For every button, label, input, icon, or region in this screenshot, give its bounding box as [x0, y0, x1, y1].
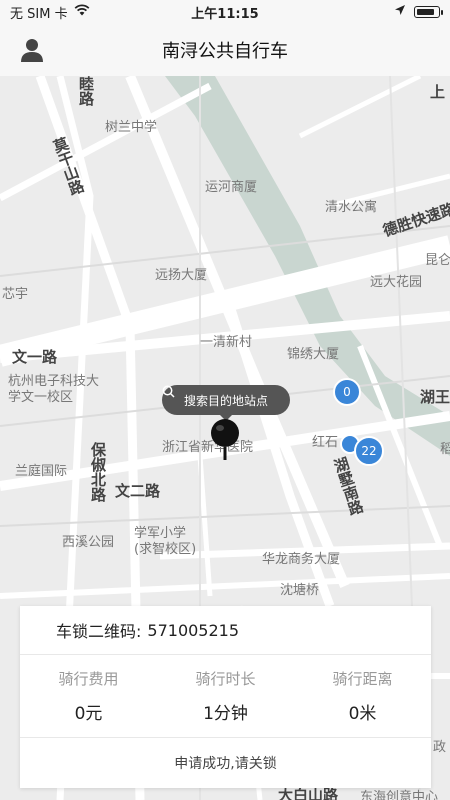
map-label: 东海创意中心 [360, 790, 439, 800]
map-label: 远扬大厦 [155, 268, 208, 283]
stat-fee: 骑行费用 0元 [20, 655, 157, 737]
clock-text: 上午11:15 [191, 6, 259, 22]
map-label: 芯宇 [2, 287, 29, 302]
wifi-icon [74, 4, 90, 20]
station-cluster[interactable]: 22 [354, 436, 384, 466]
stat-value: 1分钟 [203, 704, 248, 724]
carrier-text: 无 SIM 卡 [10, 6, 68, 22]
ride-stats: 骑行费用 0元 骑行时长 1分钟 骑行距离 0米 [20, 655, 431, 738]
map-label: 文二路 [115, 482, 161, 500]
lock-code-row: 车锁二维码: 571005215 [20, 606, 431, 655]
profile-button[interactable] [18, 36, 46, 64]
stat-label: 骑行距离 [332, 670, 393, 688]
status-message: 申请成功,请关锁 [174, 756, 277, 772]
status-bar: 无 SIM 卡 上午11:15 [0, 0, 450, 24]
map-label: 文一路 [12, 348, 58, 366]
search-destination-button[interactable]: 搜索目的地站点 [162, 385, 290, 421]
ride-info-card: 车锁二维码: 571005215 骑行费用 0元 骑行时长 1分钟 骑行距离 0… [20, 606, 431, 788]
map-label: 红石 [312, 435, 339, 450]
page-title: 南浔公共自行车 [162, 41, 288, 62]
lock-code-value: 571005215 [147, 620, 240, 640]
stat-value: 0元 [74, 704, 103, 724]
stat-value: 0米 [348, 704, 377, 724]
map-label: 远大花园 [370, 275, 423, 290]
location-arrow-icon [394, 4, 406, 20]
map-label: 上 [430, 83, 446, 101]
map-label: 政 [433, 740, 447, 755]
map-label: 树兰中学 [105, 120, 158, 135]
stat-label: 骑行时长 [195, 670, 256, 688]
map-label: 清水公寓 [325, 200, 378, 215]
map-label: 学军小学(求智校区) [134, 526, 197, 557]
lock-code-label: 车锁二维码: [56, 622, 142, 641]
map-label: 稻 [440, 442, 450, 457]
map-label: 睦路 [77, 76, 95, 106]
status-right [394, 4, 443, 20]
location-pin-icon[interactable] [210, 418, 240, 460]
station-cluster[interactable]: 0 [333, 378, 361, 406]
battery-level [417, 9, 434, 15]
stat-label: 骑行费用 [58, 670, 119, 688]
search-hint: 搜索目的地站点 [183, 393, 268, 408]
stat-duration: 骑行时长 1分钟 [157, 655, 294, 737]
cluster-count: 0 [343, 385, 351, 399]
map-label: 西溪公园 [62, 535, 115, 550]
map-label: 锦绣大厦 [287, 347, 340, 362]
map-label: 兰庭国际 [15, 464, 68, 479]
search-icon [162, 385, 175, 398]
battery-icon [414, 6, 443, 18]
cluster-count: 22 [361, 444, 377, 458]
map-label: 杭州电子科技大学文一校区 [8, 374, 100, 405]
nav-bar: 南浔公共自行车 [0, 24, 450, 77]
map-label: 湖王 [420, 388, 450, 406]
map-label: 沈塘桥 [280, 583, 320, 598]
status-left: 无 SIM 卡 [10, 3, 90, 22]
stat-distance: 骑行距离 0米 [294, 655, 431, 737]
map-label: 运河商厦 [205, 180, 258, 195]
map-label: 昆仑 [425, 253, 450, 268]
user-icon [21, 39, 43, 62]
map-label: 保俶北路 [89, 442, 107, 502]
map-label: 一清新村 [200, 335, 253, 350]
map-label: 华龙商务大厦 [262, 552, 341, 567]
